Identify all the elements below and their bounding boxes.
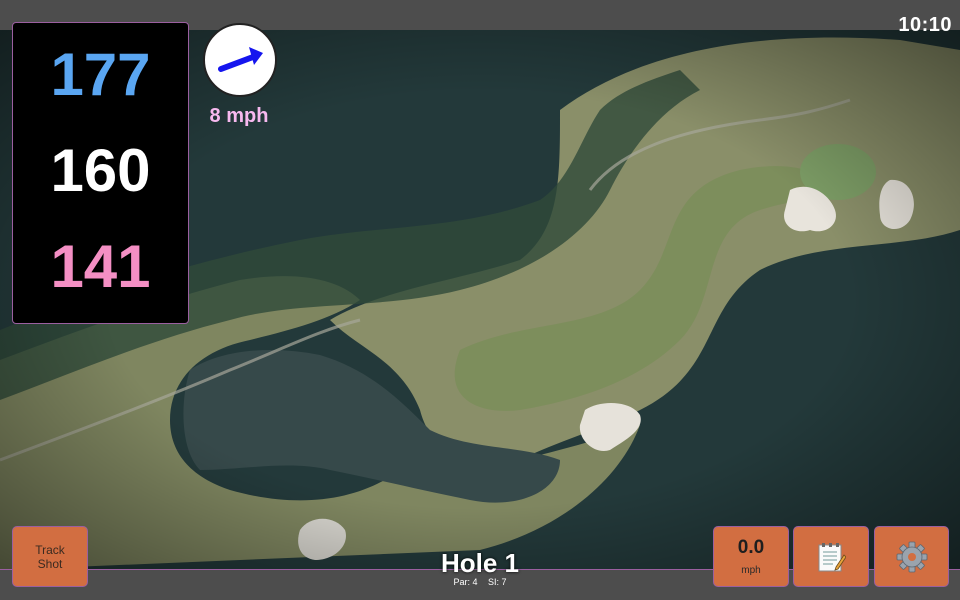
track-shot-button[interactable]: Track Shot xyxy=(12,526,88,587)
middle-of-green-distance: 160 xyxy=(50,137,151,204)
speed-unit: mph xyxy=(741,565,761,576)
distance-panel: 177 160 141 xyxy=(12,22,189,324)
wind-speed-label: 8 mph xyxy=(209,105,269,127)
notes-button[interactable] xyxy=(793,526,869,587)
back-of-green-distance: 177 xyxy=(50,41,151,108)
notepad-icon xyxy=(818,542,846,571)
settings-button[interactable] xyxy=(874,526,949,587)
hole-info: Par: 4 SI: 7 xyxy=(400,577,560,587)
speed-button[interactable]: 0.0 mph xyxy=(713,526,789,587)
track-shot-label-line1: Track xyxy=(35,543,65,557)
gear-icon xyxy=(896,541,927,572)
stroke-index-label: SI: 7 xyxy=(488,577,507,587)
wind-arrow-icon xyxy=(218,47,263,72)
clock: 10:10 xyxy=(898,14,952,36)
front-of-green-distance: 141 xyxy=(50,233,151,300)
wind-indicator[interactable] xyxy=(203,23,277,97)
hole-title: Hole 1 xyxy=(440,548,520,578)
track-shot-label-line2: Shot xyxy=(37,557,63,571)
speed-value: 0.0 xyxy=(737,537,765,558)
par-label: Par: 4 xyxy=(453,577,478,587)
